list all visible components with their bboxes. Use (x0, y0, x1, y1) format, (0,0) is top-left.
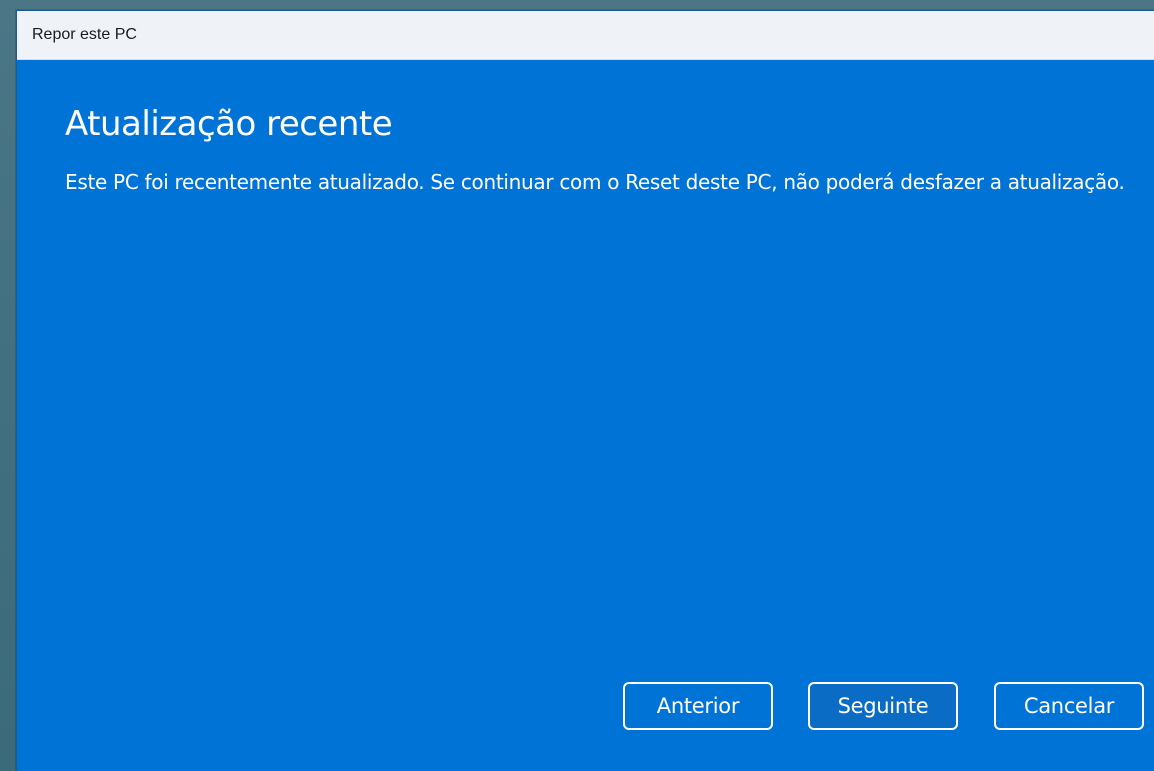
reset-pc-dialog: Repor este PC Atualização recente Este P… (16, 10, 1154, 771)
dialog-content: Atualização recente Este PC foi recentem… (65, 59, 1127, 198)
background-window-text (250, 0, 770, 8)
page-title: Atualização recente (65, 104, 393, 144)
page-description: Este PC foi recentemente atualizado. Se … (65, 170, 1125, 194)
next-button[interactable]: Seguinte (808, 682, 958, 730)
dialog-title: Repor este PC (32, 26, 137, 43)
desktop-background: Repor este PC Atualização recente Este P… (0, 0, 1154, 771)
dialog-titlebar[interactable]: Repor este PC (17, 11, 1154, 60)
cancel-button[interactable]: Cancelar (994, 682, 1144, 730)
previous-button[interactable]: Anterior (623, 682, 773, 730)
